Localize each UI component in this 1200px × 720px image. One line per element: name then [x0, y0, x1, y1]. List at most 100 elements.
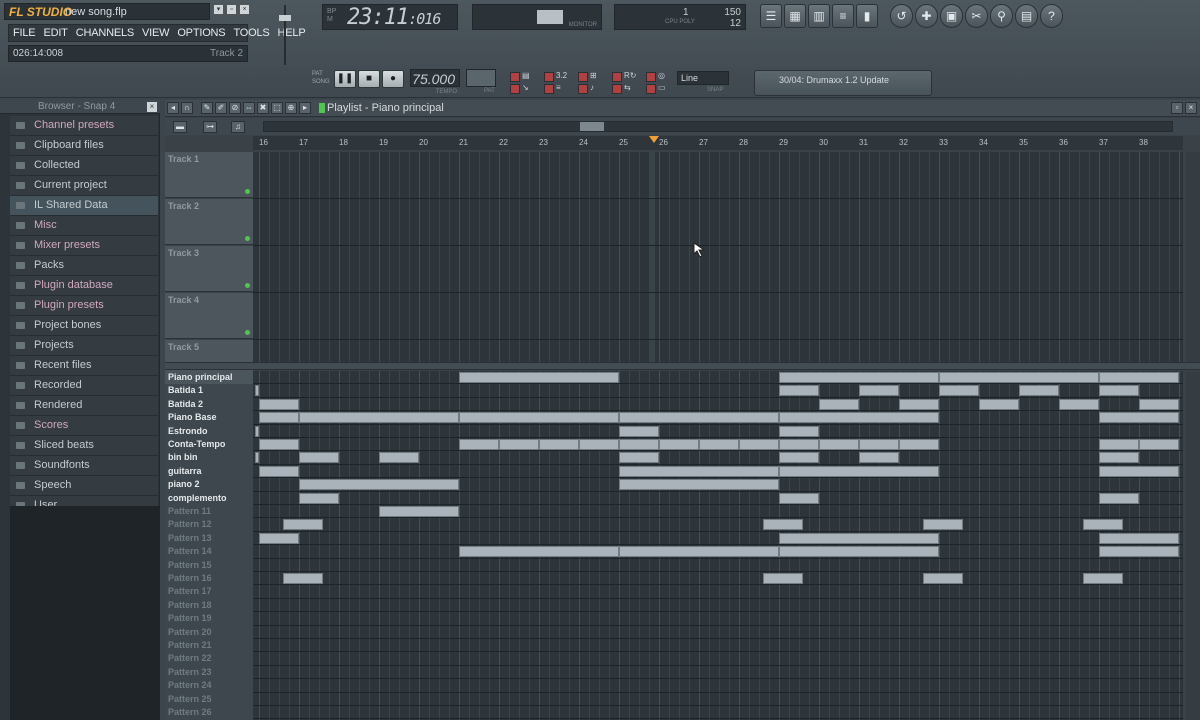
oscilloscope-monitor[interactable]: MONITOR	[472, 4, 602, 30]
pattern-clip[interactable]	[779, 385, 819, 397]
save-icon[interactable]: ▣	[940, 4, 963, 28]
pattern-clip[interactable]	[255, 385, 259, 397]
pattern-row-label[interactable]: Pattern 24	[165, 679, 253, 692]
pattern-clip[interactable]	[459, 412, 619, 424]
record-option-button[interactable]	[612, 84, 622, 94]
pattern-row-label[interactable]: guitarra	[165, 465, 253, 478]
patterns-vertical-scrollbar[interactable]	[1186, 372, 1200, 720]
menu-options[interactable]: OPTIONS	[173, 25, 229, 41]
pattern-clip[interactable]	[539, 439, 579, 450]
track-header[interactable]: Track 4	[165, 293, 253, 339]
pattern-clip[interactable]	[923, 519, 963, 531]
pattern-clip[interactable]	[859, 452, 899, 464]
pattern-row-label[interactable]: Batida 1	[165, 384, 253, 397]
pattern-clip[interactable]	[299, 412, 459, 424]
metronome-icon[interactable]: ▤	[522, 71, 540, 81]
cut-tools-icon[interactable]: ✂	[965, 4, 988, 28]
track-mute-dot[interactable]	[245, 189, 250, 194]
record-option-button[interactable]	[544, 84, 554, 94]
pattern-clip[interactable]	[299, 492, 339, 504]
track-mute-dot[interactable]	[245, 236, 250, 241]
pattern-clip[interactable]	[1099, 532, 1179, 544]
pattern-clip[interactable]	[1139, 439, 1179, 450]
record-option-button[interactable]	[544, 72, 554, 82]
pattern-clip[interactable]	[779, 372, 939, 383]
browser-item[interactable]: Project bones	[10, 316, 158, 336]
play-icon[interactable]: ▸	[299, 102, 311, 114]
restore-icon[interactable]: ▫	[226, 4, 237, 15]
pattern-clip[interactable]	[899, 439, 939, 450]
menu-channels[interactable]: CHANNELS	[72, 25, 138, 41]
pattern-clip[interactable]	[259, 465, 299, 477]
pattern-row-label[interactable]: Pattern 22	[165, 652, 253, 665]
stop-button[interactable]: ■	[358, 70, 380, 88]
pattern-clip[interactable]	[579, 439, 619, 450]
paint-icon[interactable]: ✐	[215, 102, 227, 114]
browser-item[interactable]: Mixer presets	[10, 236, 158, 256]
close-icon[interactable]: ×	[239, 4, 250, 15]
record-option-button[interactable]	[510, 72, 520, 82]
pattern-row-label[interactable]: Pattern 13	[165, 532, 253, 545]
track-grid[interactable]	[253, 152, 1200, 362]
clips-view-icon[interactable]: ⊶	[203, 121, 217, 133]
record-option-button[interactable]	[612, 72, 622, 82]
pattern-row-label[interactable]: Estrondo	[165, 425, 253, 438]
pattern-clip[interactable]	[459, 546, 619, 558]
delete-icon[interactable]: ✖	[257, 102, 269, 114]
pattern-clip[interactable]	[259, 439, 299, 450]
notes-view-icon[interactable]: ♫	[231, 121, 245, 133]
pattern-clip[interactable]	[619, 452, 659, 464]
pattern-clip[interactable]	[1019, 385, 1059, 397]
pattern-row-label[interactable]: Pattern 25	[165, 693, 253, 706]
pattern-clip[interactable]	[283, 519, 323, 531]
record-option-button[interactable]	[646, 72, 656, 82]
pattern-clip[interactable]	[819, 398, 859, 410]
pattern-clip[interactable]	[763, 573, 803, 584]
track-header[interactable]: Track 1	[165, 152, 253, 198]
browser-item[interactable]: IL Shared Data	[10, 196, 158, 216]
pattern-clip[interactable]	[779, 465, 939, 477]
pattern-row-label[interactable]: Pattern 20	[165, 626, 253, 639]
song-position-display[interactable]: BP M 23:11:016	[322, 4, 458, 30]
pattern-row-label[interactable]: Pattern 18	[165, 599, 253, 612]
pattern-clip[interactable]	[779, 532, 939, 544]
pattern-clip[interactable]	[939, 385, 979, 397]
select-icon[interactable]: ⬚	[271, 102, 283, 114]
pattern-clip[interactable]	[779, 452, 819, 464]
save-template-icon[interactable]: ✚	[915, 4, 938, 28]
track-mute-dot[interactable]	[245, 283, 250, 288]
browser-item[interactable]: Soundfonts	[10, 456, 158, 476]
browser-item[interactable]: Recent files	[10, 356, 158, 376]
browser-item[interactable]: Packs	[10, 256, 158, 276]
pattern-clip[interactable]	[1099, 439, 1139, 450]
browser-item[interactable]: Current project	[10, 176, 158, 196]
pattern-clip[interactable]	[379, 506, 459, 517]
channel-window-icon[interactable]: ≡	[832, 4, 854, 28]
browser-item[interactable]: Misc	[10, 216, 158, 236]
song-position-marker[interactable]	[649, 136, 659, 143]
pattern-row-label[interactable]: Piano Base	[165, 411, 253, 424]
playlist-title[interactable]: Playlist - Piano principal	[327, 102, 444, 114]
pattern-row-label[interactable]: piano 2	[165, 478, 253, 491]
piano-roll-icon[interactable]: ▥	[808, 4, 830, 28]
record-option-button[interactable]	[578, 72, 588, 82]
pattern-clip[interactable]	[299, 479, 459, 491]
pattern-clip[interactable]	[1099, 452, 1139, 464]
pattern-clip[interactable]	[979, 398, 1019, 410]
browser-item[interactable]: Clipboard files	[10, 136, 158, 156]
time-ruler[interactable]: 16 17 18 19 20 21 22 23 24 25 26 27 28 29 30 31 32 33 34 35…	[253, 136, 1183, 150]
pattern-row-label[interactable]: Batida 2	[165, 398, 253, 411]
pattern-clip[interactable]	[859, 439, 899, 450]
pattern-row-label[interactable]: Pattern 12	[165, 518, 253, 531]
pattern-row-label[interactable]: Pattern 15	[165, 559, 253, 572]
step-edit-icon[interactable]: ⊞	[590, 71, 608, 81]
pattern-clip[interactable]	[939, 372, 1099, 383]
pattern-clip[interactable]	[763, 519, 803, 531]
pattern-clip[interactable]	[1099, 546, 1179, 558]
pattern-clip[interactable]	[779, 412, 939, 424]
record-option-button[interactable]	[578, 84, 588, 94]
tracks-vertical-scrollbar[interactable]	[1186, 152, 1200, 362]
pattern-clip[interactable]	[619, 465, 779, 477]
view-mode-icon[interactable]: ▬	[173, 121, 187, 133]
magnet-icon[interactable]: ∩	[181, 102, 193, 114]
